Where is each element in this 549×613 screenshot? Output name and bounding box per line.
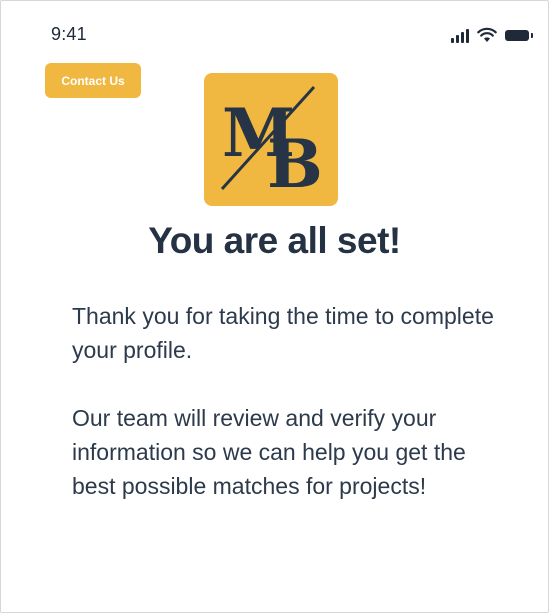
svg-text:B: B (267, 125, 323, 203)
mb-logo-icon: M B (220, 85, 323, 203)
status-time: 9:41 (51, 24, 87, 44)
contact-us-button[interactable]: Contact Us (45, 63, 141, 98)
page-title: You are all set! (148, 220, 401, 261)
status-bar: 9:41 (0, 0, 549, 60)
company-logo: M B (204, 73, 338, 206)
status-icons (451, 25, 533, 43)
thank-you-paragraph: Thank you for taking the time to complet… (72, 303, 494, 363)
battery-icon (505, 30, 533, 41)
wifi-icon (477, 27, 497, 42)
signal-icon (451, 29, 469, 43)
review-paragraph: Our team will review and verify your inf… (72, 405, 466, 499)
